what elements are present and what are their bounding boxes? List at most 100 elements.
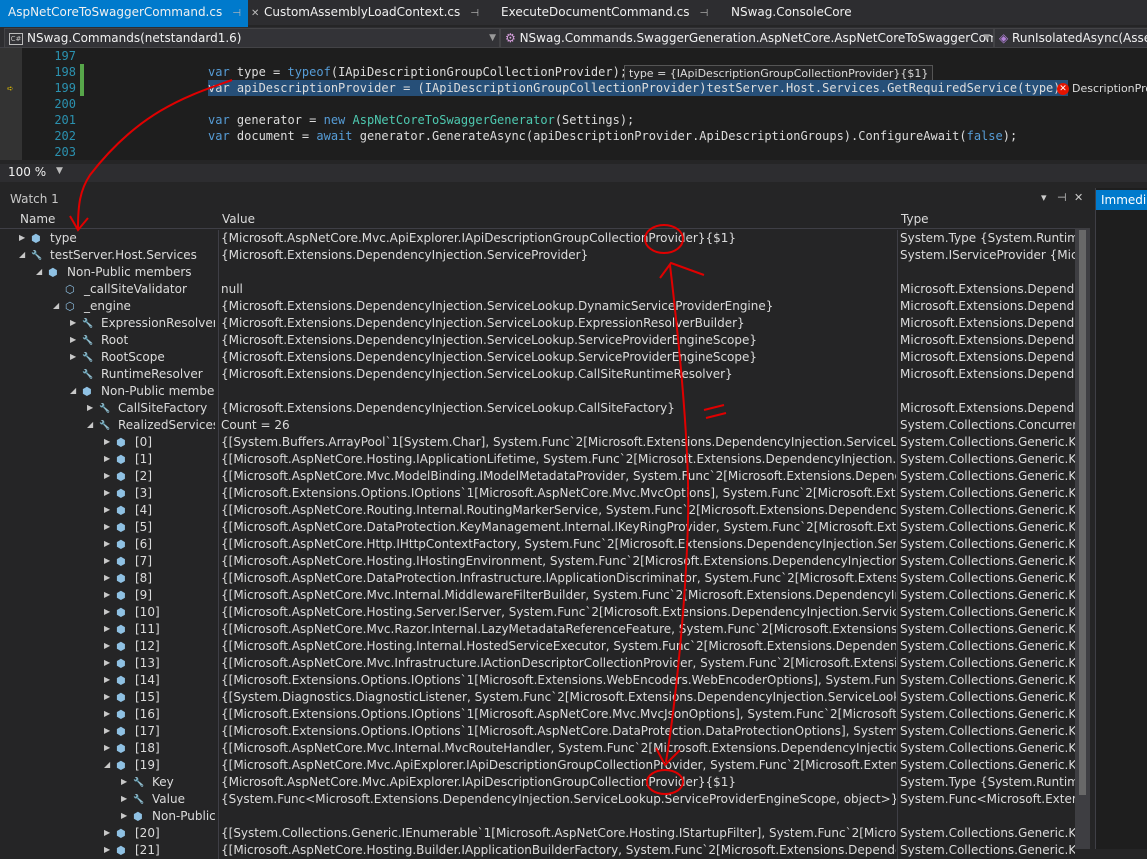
table-row[interactable]: ▶ ⬢ [1] {[Microsoft.AspNetCore.Hosting.IApp… [0,451,1075,468]
table-row[interactable]: ▶ ⬢ [14] {[Microsoft.Extensions.Options.IOp… [0,672,1075,689]
expand-icon[interactable]: ▶ [104,587,114,603]
exception-marker[interactable]: ✕ DescriptionPro [1057,81,1147,97]
expand-icon[interactable]: ▶ [104,553,114,569]
tab-nswag-consolecore[interactable]: NSwag.ConsoleCore [723,0,881,25]
watch-value[interactable]: {[Microsoft.AspNetCore.Routing.Internal.… [218,502,896,519]
expand-icon[interactable]: ▶ [70,315,80,331]
watch-value[interactable]: {System.Func<Microsoft.Extensions.Depend… [218,791,896,808]
watch-value[interactable]: {[Microsoft.Extensions.Options.IOptions`… [218,672,896,689]
expand-icon[interactable]: ▶ [19,230,29,246]
watch-value[interactable]: {[Microsoft.AspNetCore.Hosting.Builder.I… [218,842,896,859]
pin-icon[interactable]: ⊣ [700,8,709,19]
expand-icon[interactable]: ▶ [104,485,114,501]
table-row[interactable]: ▶ 🔧 CallSiteFactory {Microsoft.Extensions.D… [0,400,1075,417]
watch-value[interactable]: {Microsoft.Extensions.DependencyInjectio… [218,366,896,383]
table-row[interactable]: ▶ ⬢ [18] {[Microsoft.AspNetCore.Mvc.Interna… [0,740,1075,757]
expand-icon[interactable]: ▶ [104,638,114,654]
table-row[interactable]: ◢ ⬢ [19] {[Microsoft.AspNetCore.Mvc.ApiExpl… [0,757,1075,774]
expand-icon[interactable]: ▶ [104,740,114,756]
watch-value[interactable]: {[Microsoft.AspNetCore.Hosting.IHostingE… [218,553,896,570]
watch-value[interactable]: {[Microsoft.AspNetCore.DataProtection.Ke… [218,519,896,536]
table-row[interactable]: ▶ ⬢ [8] {[Microsoft.AspNetCore.DataProtecti… [0,570,1075,587]
tab-aspnetcoretoswaggercommand[interactable]: AspNetCoreToSwaggerCommand.cs ⊣ ✕ [0,0,259,27]
code-editor[interactable]: ➪ 197 198 199 200 201 202 203 var type =… [0,48,1147,160]
watch-value[interactable]: {[Microsoft.AspNetCore.Mvc.Infrastructur… [218,655,896,672]
table-row[interactable]: ▶ ⬢ type {Microsoft.AspNetCore.Mvc.ApiExplo… [0,230,1075,247]
table-row[interactable]: ▶ ⬢ [13] {[Microsoft.AspNetCore.Mvc.Infrast… [0,655,1075,672]
watch-value[interactable]: {[System.Diagnostics.DiagnosticListener,… [218,689,896,706]
watch-value[interactable]: {Microsoft.AspNetCore.Mvc.ApiExplorer.IA… [218,230,896,247]
expand-icon[interactable]: ▶ [104,434,114,450]
class-dropdown[interactable]: ⚙ NSwag.Commands.SwaggerGeneration.AspNe… [500,28,994,48]
expand-icon[interactable]: ▶ [104,502,114,518]
expand-icon[interactable]: ▶ [104,672,114,688]
watch-value[interactable]: {Microsoft.Extensions.DependencyInjectio… [218,349,896,366]
dropdown-arrow-icon[interactable]: ▾ [1041,191,1047,204]
watch-value[interactable]: {[System.Buffers.ArrayPool`1[System.Char… [218,434,896,451]
table-row[interactable]: ▶ ⬢ [12] {[Microsoft.AspNetCore.Hosting.Int… [0,638,1075,655]
table-row[interactable]: ⬡ _callSiteValidator null Microsoft.Extensi… [0,281,1075,298]
table-row[interactable]: ▶ ⬢ [16] {[Microsoft.Extensions.Options.IOp… [0,706,1075,723]
table-row[interactable]: ▶ 🔧 RootScope {Microsoft.Extensions.Depende… [0,349,1075,366]
table-row[interactable]: ◢ ⬢ Non-Public members [0,383,1075,400]
column-header-name[interactable]: Name [20,212,55,226]
expand-icon[interactable]: ▶ [104,689,114,705]
watch-value[interactable]: {[Microsoft.AspNetCore.Http.IHttpContext… [218,536,896,553]
project-dropdown[interactable]: C# NSwag.Commands(netstandard1.6) ▼ [4,28,500,48]
vertical-scrollbar[interactable] [1075,228,1090,849]
close-icon[interactable]: ✕ [1074,191,1083,204]
watch-value[interactable]: {Microsoft.Extensions.DependencyInjectio… [218,298,896,315]
table-row[interactable]: ◢ 🔧 RealizedServices Count = 26 System.Colle… [0,417,1075,434]
pin-icon[interactable]: ⊣ [1057,191,1067,204]
table-row[interactable]: ▶ 🔧 Key {Microsoft.AspNetCore.Mvc.ApiExplor… [0,774,1075,791]
watch-value[interactable] [218,264,896,281]
collapse-icon[interactable]: ◢ [104,757,114,773]
table-row[interactable]: ▶ ⬢ [6] {[Microsoft.AspNetCore.Http.IHttpCo… [0,536,1075,553]
watch-value[interactable]: {[Microsoft.AspNetCore.Mvc.Internal.MvcR… [218,740,896,757]
column-header-value[interactable]: Value [222,212,255,226]
member-dropdown[interactable]: ◈ RunIsolatedAsync(Assem [994,28,1147,48]
tab-executedocumentcommand[interactable]: ExecuteDocumentCommand.cs ⊣ [493,0,721,25]
table-row[interactable]: ◢ 🔧 testServer.Host.Services {Microsoft.Ext… [0,247,1075,264]
expand-icon[interactable]: ▶ [121,774,131,790]
watch-value[interactable]: {[Microsoft.Extensions.Options.IOptions`… [218,723,896,740]
watch-value[interactable]: {[Microsoft.AspNetCore.Mvc.Razor.Interna… [218,621,896,638]
table-row[interactable]: ▶ ⬢ [11] {[Microsoft.AspNetCore.Mvc.Razor.I… [0,621,1075,638]
expand-icon[interactable]: ▶ [104,451,114,467]
column-header-type[interactable]: Type [901,212,929,226]
expand-icon[interactable]: ▶ [104,604,114,620]
watch-value[interactable]: null [218,281,896,298]
watch-value[interactable]: {Microsoft.Extensions.DependencyInjectio… [218,332,896,349]
tab-customassemblyloadcontext[interactable]: CustomAssemblyLoadContext.cs ⊣ [256,0,494,25]
watch-value[interactable]: {[Microsoft.AspNetCore.Hosting.Internal.… [218,638,896,655]
watch-value[interactable]: {Microsoft.Extensions.DependencyInjectio… [218,315,896,332]
table-row[interactable]: ▶ ⬢ [10] {[Microsoft.AspNetCore.Hosting.Ser… [0,604,1075,621]
table-row[interactable]: ▶ ⬢ [3] {[Microsoft.Extensions.Options.IOpt… [0,485,1075,502]
watch-value[interactable]: {[Microsoft.AspNetCore.Hosting.Server.IS… [218,604,896,621]
expand-icon[interactable]: ▶ [104,468,114,484]
expand-icon[interactable]: ▶ [104,519,114,535]
pin-icon[interactable]: ⊣ [470,8,479,19]
watch-value[interactable]: {[Microsoft.AspNetCore.Mvc.ApiExplorer.I… [218,757,896,774]
watch-value[interactable]: {[System.Collections.Generic.IEnumerable… [218,825,896,842]
expand-icon[interactable]: ▶ [104,842,114,858]
collapse-icon[interactable]: ◢ [19,247,29,263]
watch-value[interactable]: {[Microsoft.Extensions.Options.IOptions`… [218,485,896,502]
expand-icon[interactable]: ▶ [121,808,131,824]
table-row[interactable]: ▶ ⬢ Non-Public [0,808,1075,825]
watch-value[interactable]: {Microsoft.AspNetCore.Mvc.ApiExplorer.IA… [218,774,896,791]
table-row[interactable]: ◢ ⬢ Non-Public members [0,264,1075,281]
watch-value[interactable]: {[Microsoft.AspNetCore.Mvc.ModelBinding.… [218,468,896,485]
table-row[interactable]: ▶ ⬢ [0] {[System.Buffers.ArrayPool`1[System… [0,434,1075,451]
watch-value[interactable]: Count = 26 [218,417,896,434]
watch-value[interactable]: {[Microsoft.Extensions.Options.IOptions`… [218,706,896,723]
collapse-icon[interactable]: ◢ [53,298,63,314]
table-row[interactable]: ▶🔧 ExpressionResolverBu{Microsoft.Extensi… [0,315,1075,332]
watch-value[interactable] [218,383,896,400]
expand-icon[interactable]: ▶ [104,825,114,841]
watch-value[interactable]: {Microsoft.Extensions.DependencyInjectio… [218,400,896,417]
table-row[interactable]: ▶ ⬢ [20] {[System.Collections.Generic.IEnum… [0,825,1075,842]
expand-icon[interactable]: ▶ [87,400,97,416]
watch-value[interactable] [218,808,896,825]
chevron-down-icon[interactable]: ▼ [56,166,63,176]
